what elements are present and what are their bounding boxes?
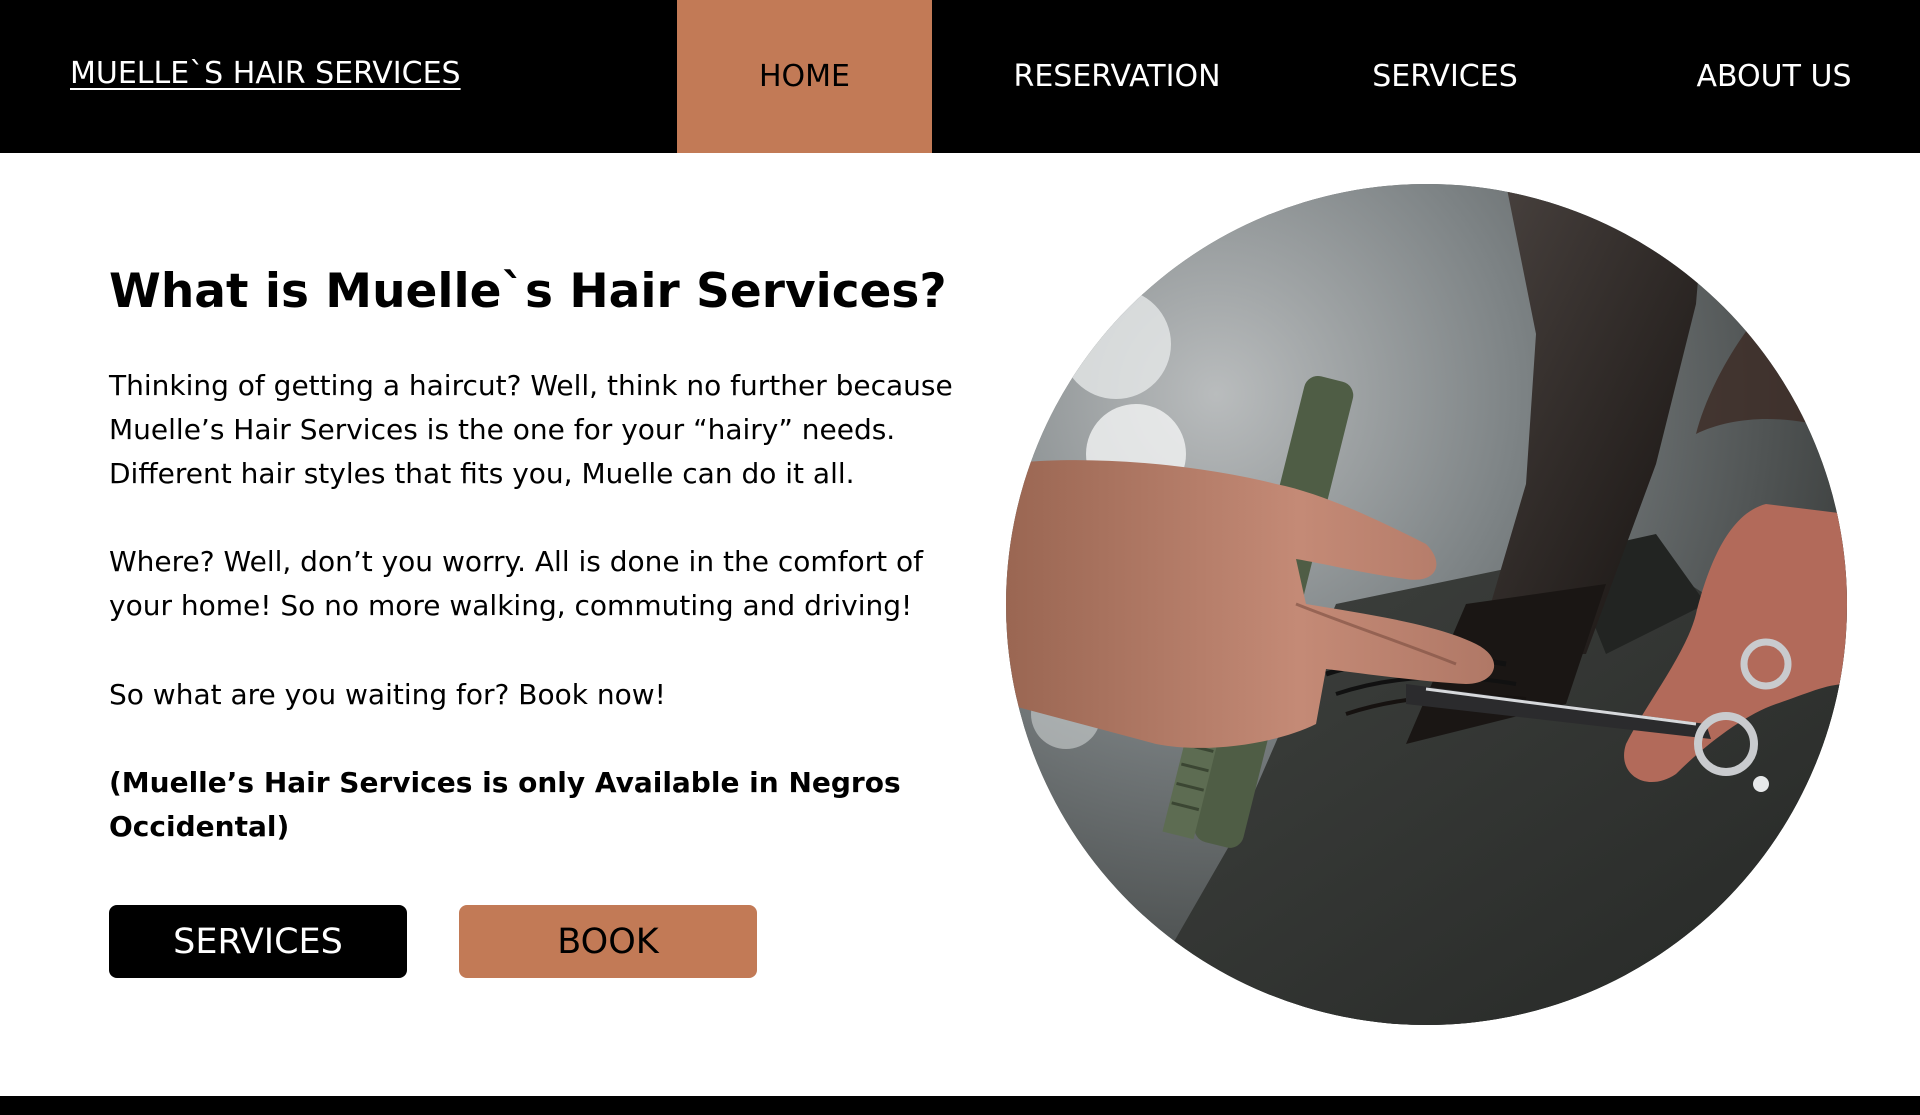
haircut-illustration [1006, 184, 1847, 1025]
nav-about-us[interactable]: ABOUT US [1680, 0, 1868, 153]
nav-reservation[interactable]: RESERVATION [1003, 0, 1231, 153]
book-button[interactable]: BOOK [459, 905, 757, 978]
hero-title: What is Muelle`s Hair Services? [109, 264, 947, 319]
location-paragraph: Where? Well, don’t you worry. All is don… [109, 545, 923, 622]
haircut-photo [1006, 184, 1847, 1025]
call-to-action-paragraph: So what are you waiting for? Book now! [109, 678, 666, 711]
services-button[interactable]: SERVICES [109, 905, 407, 978]
nav-home[interactable]: HOME [677, 0, 932, 153]
intro-paragraph: Thinking of getting a haircut? Well, thi… [109, 369, 953, 490]
footer-bar [0, 1096, 1920, 1115]
top-navbar: MUELLE`S HAIR SERVICES HOME RESERVATION … [0, 0, 1920, 153]
brand-link[interactable]: MUELLE`S HAIR SERVICES [70, 52, 461, 96]
nav-services[interactable]: SERVICES [1362, 0, 1528, 153]
availability-note: (Muelle’s Hair Services is only Availabl… [109, 766, 901, 843]
